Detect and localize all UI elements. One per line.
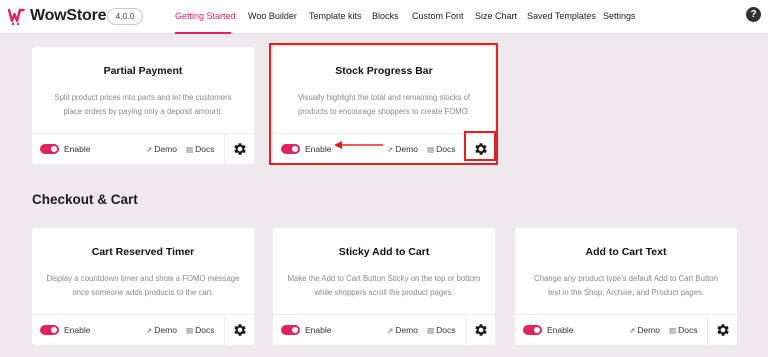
document-icon: ▤	[669, 326, 677, 335]
docs-label: Docs	[195, 144, 215, 154]
tab-getting-started[interactable]: Getting Started	[175, 11, 236, 21]
settings-button[interactable]	[224, 134, 254, 165]
gear-icon	[475, 324, 487, 336]
annotation-arrow-icon	[334, 141, 383, 149]
document-icon: ▤	[427, 326, 435, 335]
card-description: Display a countdown timer and show a FOM…	[46, 274, 240, 297]
settings-button[interactable]	[465, 315, 495, 346]
tab-blocks[interactable]: Blocks	[372, 11, 399, 21]
app-name: WowStore	[30, 7, 107, 24]
tab-template-kits[interactable]: Template kits	[309, 11, 362, 21]
document-icon: ▤	[186, 326, 194, 335]
demo-link[interactable]: ⇗ Demo	[146, 144, 177, 154]
card-title: Add to Cart Text	[585, 246, 667, 258]
docs-link[interactable]: ▤ Docs	[669, 325, 697, 335]
tab-custom-font[interactable]: Custom Font	[412, 11, 464, 21]
card-description: Change any product type's default Add to…	[534, 274, 718, 297]
demo-label: Demo	[395, 325, 418, 335]
section-title: Checkout & Cart	[32, 192, 138, 207]
addon-card-sticky-add-to-cart: Sticky Add to Cart Make the Add to Cart …	[273, 228, 495, 346]
tab-size-chart[interactable]: Size Chart	[475, 11, 517, 21]
demo-label: Demo	[637, 325, 660, 335]
addon-card-add-to-cart-text: Add to Cart Text Change any product type…	[515, 228, 737, 346]
docs-link[interactable]: ▤ Docs	[186, 325, 214, 335]
enable-toggle[interactable]	[40, 144, 59, 154]
demo-link[interactable]: ⇗ Demo	[629, 325, 660, 335]
external-link-icon: ⇗	[146, 326, 153, 335]
card-footer: Enable ⇗ Demo ▤ Docs	[515, 314, 737, 346]
tab-saved-templates[interactable]: Saved Templates	[527, 11, 596, 21]
docs-link[interactable]: ▤ Docs	[186, 144, 214, 154]
enable-toggle[interactable]	[40, 325, 59, 335]
card-title: Cart Reserved Timer	[91, 246, 195, 258]
docs-label: Docs	[678, 325, 698, 335]
enable-label: Enable	[64, 144, 91, 154]
enable-toggle[interactable]	[281, 325, 300, 335]
card-description: Split product prices into parts and let …	[54, 93, 232, 116]
enable-toggle[interactable]	[523, 325, 542, 335]
card-title: Sticky Add to Cart	[338, 246, 430, 258]
external-link-icon: ⇗	[629, 326, 636, 335]
gear-icon	[234, 324, 246, 336]
docs-label: Docs	[195, 325, 215, 335]
version-badge: 4.0.0	[107, 8, 143, 25]
docs-link[interactable]: ▤ Docs	[427, 325, 455, 335]
tab-woo-builder[interactable]: Woo Builder	[248, 11, 297, 21]
tab-settings[interactable]: Settings	[603, 11, 636, 21]
external-link-icon: ⇗	[146, 145, 153, 154]
top-navigation-bar: WowStore 4.0.0 Getting Started Woo Build…	[0, 0, 768, 34]
enable-label: Enable	[547, 325, 574, 335]
gear-icon	[234, 143, 246, 155]
card-description: Make the Add to Cart Button Sticky on th…	[287, 274, 481, 297]
settings-button[interactable]	[707, 315, 737, 346]
demo-link[interactable]: ⇗ Demo	[387, 325, 418, 335]
gear-icon	[717, 324, 729, 336]
card-footer: Enable ⇗ Demo ▤ Docs	[273, 314, 495, 346]
highlight-box-settings	[464, 131, 496, 161]
settings-button[interactable]	[224, 315, 254, 346]
help-icon[interactable]: ?	[746, 7, 761, 22]
wowstore-logo-icon	[8, 8, 25, 25]
enable-label: Enable	[305, 325, 332, 335]
card-footer: Enable ⇗ Demo ▤ Docs	[32, 133, 254, 165]
enable-label: Enable	[64, 325, 91, 335]
document-icon: ▤	[186, 145, 194, 154]
demo-label: Demo	[154, 325, 177, 335]
demo-link[interactable]: ⇗ Demo	[146, 325, 177, 335]
active-tab-indicator	[175, 32, 231, 34]
docs-label: Docs	[436, 325, 456, 335]
demo-label: Demo	[154, 144, 177, 154]
external-link-icon: ⇗	[387, 326, 394, 335]
card-title: Partial Payment	[103, 65, 183, 77]
addon-card-cart-reserved-timer: Cart Reserved Timer Display a countdown …	[32, 228, 254, 346]
card-footer: Enable ⇗ Demo ▤ Docs	[32, 314, 254, 346]
addon-card-partial-payment: Partial Payment Split product prices int…	[32, 47, 254, 165]
